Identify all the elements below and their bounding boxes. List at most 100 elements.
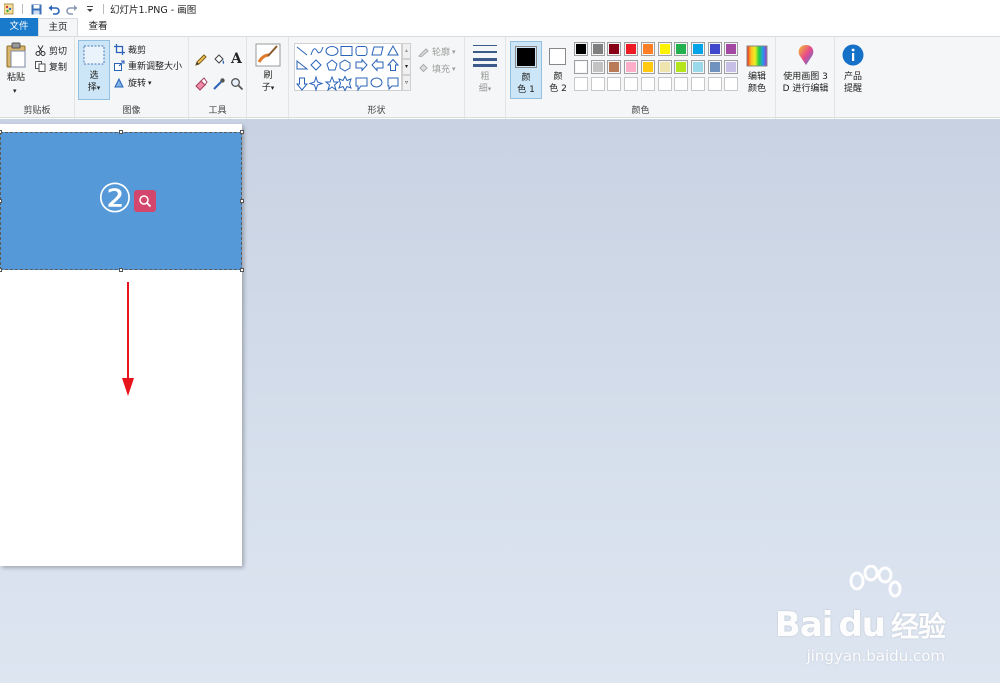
canvas-workspace[interactable]: ② Bai du 经验 jingyan.baidu.com bbox=[0, 119, 1000, 683]
color-swatch[interactable] bbox=[574, 59, 588, 74]
shapes-more-icon[interactable]: ▿ bbox=[402, 75, 411, 91]
eraser-icon[interactable] bbox=[194, 77, 208, 91]
color-swatch[interactable] bbox=[624, 42, 639, 56]
title-bar: 幻灯片1.PNG - 画图 bbox=[0, 0, 1000, 18]
outline-icon bbox=[417, 46, 429, 58]
paint3d-label-1: 使用画图 3 bbox=[783, 72, 828, 82]
product-alert-label-1: 产品 bbox=[843, 72, 862, 82]
selection-handle-br[interactable] bbox=[240, 268, 244, 272]
brushes-dropdown-icon[interactable]: ▾ bbox=[271, 84, 275, 92]
fill-bucket-icon bbox=[417, 63, 429, 75]
fill-style-button[interactable]: 填充 ▾ bbox=[417, 62, 456, 75]
product-alert-label-2: 提醒 bbox=[843, 84, 862, 94]
custom-color-slot[interactable] bbox=[640, 77, 655, 91]
custom-color-slot[interactable] bbox=[607, 77, 622, 91]
size-dropdown-icon[interactable]: ▾ bbox=[488, 85, 492, 93]
magnifier-icon[interactable] bbox=[230, 77, 244, 91]
save-icon[interactable] bbox=[30, 3, 42, 15]
fill-dropdown-icon[interactable]: ▾ bbox=[452, 65, 456, 73]
custom-color-slot[interactable] bbox=[574, 77, 588, 91]
rotate-button[interactable]: 旋转 ▾ bbox=[113, 76, 152, 89]
cut-button[interactable]: 剪切 bbox=[34, 44, 67, 57]
color-swatch[interactable] bbox=[690, 42, 705, 56]
color-swatch[interactable] bbox=[724, 42, 739, 56]
fill-icon[interactable] bbox=[212, 53, 226, 67]
color-swatch[interactable] bbox=[657, 42, 672, 56]
ribbon-tabs: 文件 主页 查看 bbox=[0, 18, 1000, 37]
custom-color-slot[interactable] bbox=[657, 77, 672, 91]
color-swatch-fill bbox=[726, 44, 737, 54]
color-swatch-fill bbox=[709, 44, 720, 54]
paint-app-icon[interactable] bbox=[3, 3, 15, 15]
paste-dropdown-icon[interactable]: ▾ bbox=[13, 87, 17, 95]
select-dropdown-icon[interactable]: ▾ bbox=[97, 84, 101, 92]
rotate-dropdown-icon[interactable]: ▾ bbox=[148, 79, 152, 87]
shapes-group-label: 形状 bbox=[367, 106, 386, 116]
color-swatch[interactable] bbox=[590, 59, 605, 74]
color-swatch[interactable] bbox=[574, 42, 588, 56]
resize-button[interactable]: 重新调整大小 bbox=[113, 59, 182, 72]
color-swatch[interactable] bbox=[657, 59, 672, 74]
copy-button[interactable]: 复制 bbox=[34, 60, 67, 73]
tab-home[interactable]: 主页 bbox=[38, 18, 78, 37]
brushes-button[interactable]: 刷 子▾ bbox=[252, 42, 284, 102]
color-swatch[interactable] bbox=[707, 42, 722, 56]
color-swatch-fill bbox=[676, 61, 687, 72]
shapes-scroll-up-icon[interactable]: ▴ bbox=[402, 43, 411, 59]
selection-handle-bm[interactable] bbox=[119, 268, 123, 272]
edit-colors-button[interactable]: 编辑 颜色 bbox=[742, 41, 772, 99]
selection-handle-bl[interactable] bbox=[0, 268, 2, 272]
selection-handle-ml[interactable] bbox=[0, 199, 2, 203]
color-swatch[interactable] bbox=[724, 59, 739, 74]
custom-color-slot[interactable] bbox=[707, 77, 722, 91]
crop-button[interactable]: 裁剪 bbox=[113, 43, 146, 56]
selection-handle-tm[interactable] bbox=[119, 130, 123, 134]
custom-color-slot[interactable] bbox=[674, 77, 689, 91]
custom-color-slot[interactable] bbox=[690, 77, 705, 91]
color-swatch[interactable] bbox=[624, 59, 639, 74]
color1-button[interactable]: 颜 色 1 bbox=[510, 41, 542, 99]
shapes-scroll-down-icon[interactable]: ▾ bbox=[402, 59, 411, 75]
ribbon: 粘贴 ▾ 剪切 复制 剪贴板 选 择▾ 裁剪 重新调整大小 旋转 ▾ 图像 A … bbox=[0, 36, 1000, 119]
color-swatch[interactable] bbox=[707, 59, 722, 74]
outline-dropdown-icon[interactable]: ▾ bbox=[452, 48, 456, 56]
selection-handle-mr[interactable] bbox=[240, 199, 244, 203]
undo-icon[interactable] bbox=[48, 3, 60, 15]
tools-group: A 工具 bbox=[189, 37, 247, 119]
product-alert-button[interactable]: 产品 提醒 bbox=[838, 43, 868, 99]
selection-handle-tl[interactable] bbox=[0, 130, 2, 134]
custom-color-slot[interactable] bbox=[590, 77, 605, 91]
color-picker-icon[interactable] bbox=[212, 77, 226, 91]
size-button[interactable]: 粗 细▾ bbox=[470, 43, 500, 99]
color2-label-1: 颜 bbox=[553, 72, 563, 82]
resize-icon bbox=[113, 60, 125, 72]
zoom-badge[interactable] bbox=[134, 190, 156, 212]
select-label-1: 选 bbox=[89, 71, 99, 81]
color-swatch[interactable] bbox=[674, 42, 689, 56]
color-swatch[interactable] bbox=[590, 42, 605, 56]
text-icon[interactable]: A bbox=[231, 51, 242, 67]
pencil-icon[interactable] bbox=[194, 53, 208, 67]
shapes-gallery[interactable] bbox=[294, 43, 402, 92]
outline-button[interactable]: 轮廓 ▾ bbox=[417, 45, 456, 58]
color-swatch[interactable] bbox=[690, 59, 705, 74]
custom-color-slot[interactable] bbox=[624, 77, 639, 91]
color2-button[interactable]: 颜 色 2 bbox=[544, 41, 572, 99]
select-button[interactable]: 选 择▾ bbox=[78, 40, 110, 100]
customize-quick-access-icon[interactable] bbox=[84, 3, 96, 15]
color-swatch[interactable] bbox=[640, 59, 655, 74]
custom-color-slot[interactable] bbox=[724, 77, 739, 91]
tab-file[interactable]: 文件 bbox=[0, 18, 38, 36]
tab-view[interactable]: 查看 bbox=[78, 18, 118, 36]
color-swatch[interactable] bbox=[607, 59, 622, 74]
color-swatch-fill bbox=[626, 44, 637, 54]
paste-button[interactable]: 粘贴 ▾ bbox=[3, 42, 29, 95]
edit-with-paint3d-button[interactable]: 使用画图 3 D 进行编辑 bbox=[778, 43, 833, 99]
selection-handle-tr[interactable] bbox=[240, 130, 244, 134]
color-swatch[interactable] bbox=[674, 59, 689, 74]
color-swatch[interactable] bbox=[640, 42, 655, 56]
redo-icon[interactable] bbox=[66, 3, 78, 15]
edit-colors-label-2: 颜色 bbox=[747, 84, 766, 94]
selection-region[interactable]: ② bbox=[0, 132, 242, 270]
color-swatch[interactable] bbox=[607, 42, 622, 56]
